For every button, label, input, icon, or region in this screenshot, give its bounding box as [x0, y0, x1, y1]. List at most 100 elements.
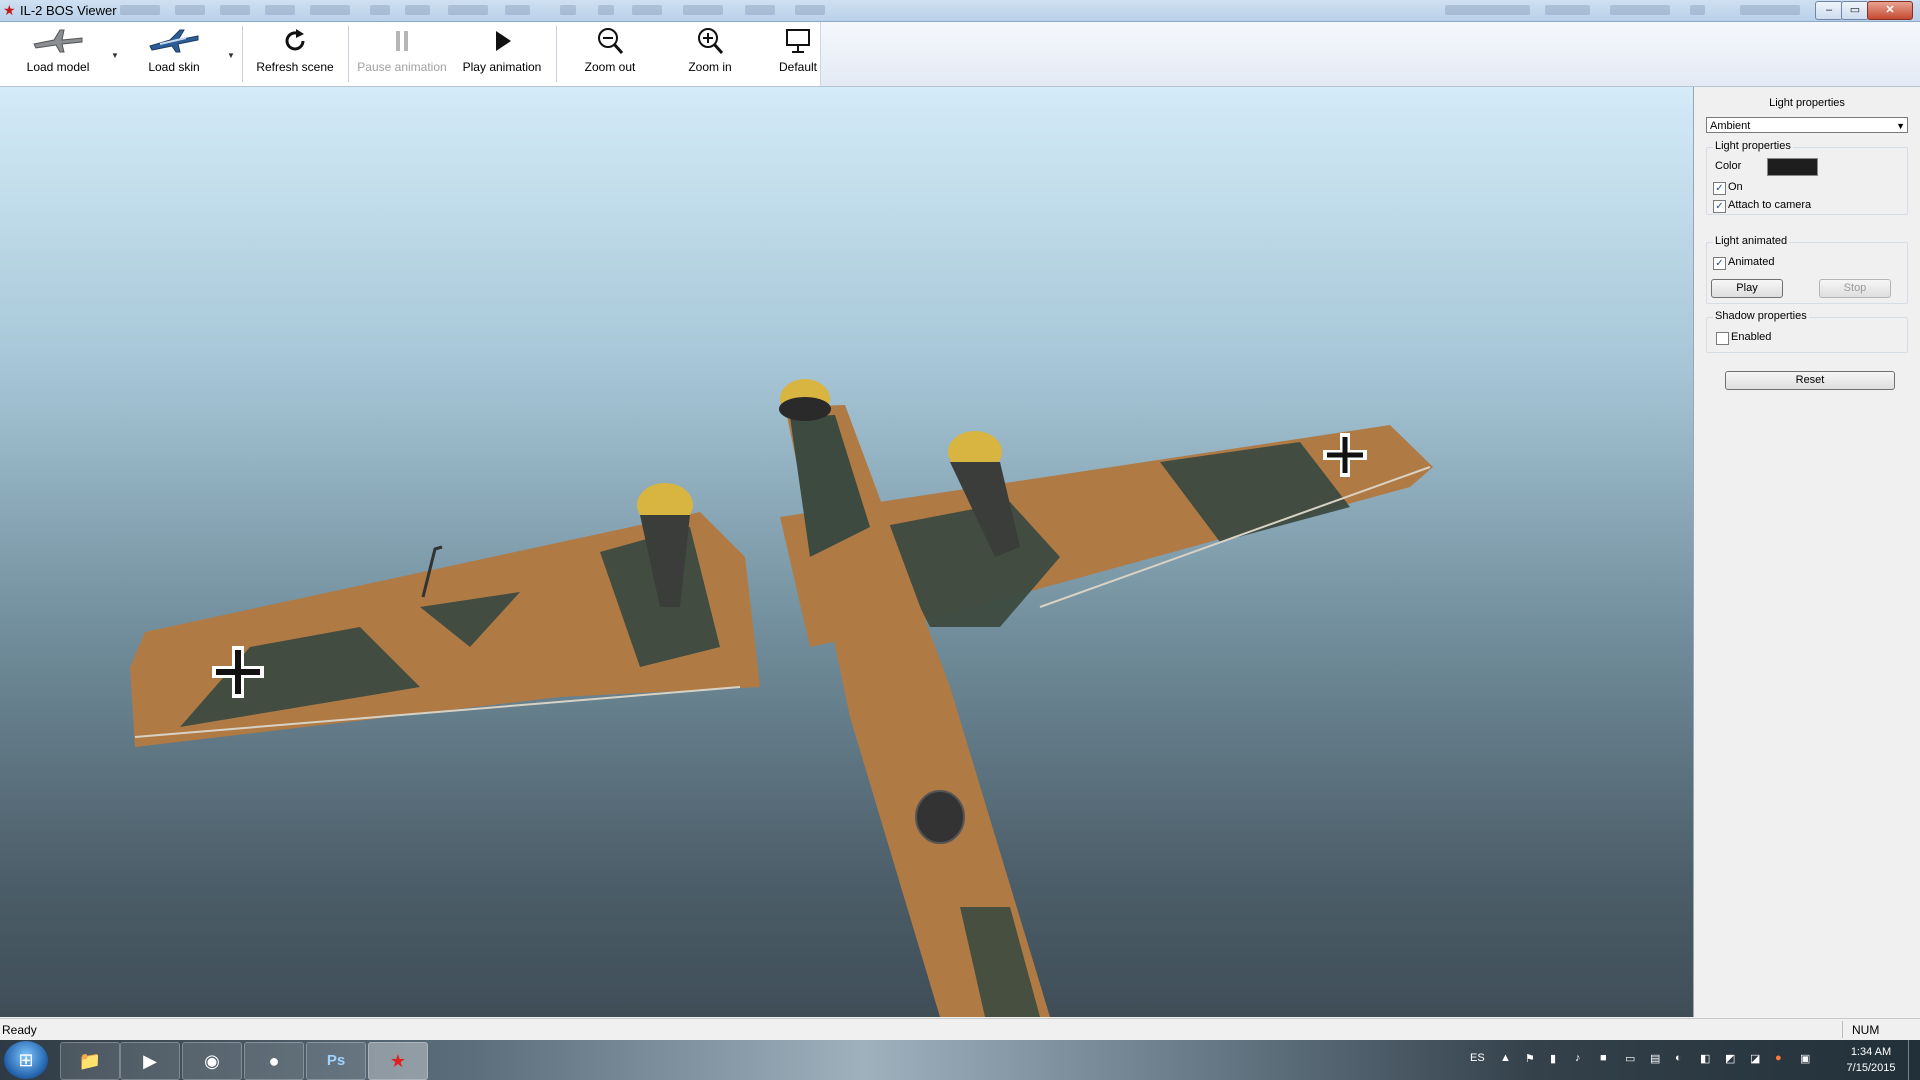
flag-icon[interactable]: ⚑	[1525, 1052, 1535, 1065]
on-checkbox[interactable]: ✓	[1713, 182, 1726, 195]
pause-animation-label: Pause animation	[357, 60, 447, 74]
close-button[interactable]: ✕	[1867, 1, 1913, 20]
shadow-enabled-checkbox[interactable]	[1716, 332, 1729, 345]
refresh-icon	[285, 29, 305, 51]
play-light-button[interactable]: Play	[1711, 279, 1783, 298]
chevron-down-icon: ▼	[1896, 121, 1905, 131]
zoom-out-button[interactable]: Zoom out	[570, 26, 650, 82]
start-button[interactable]: ⊞	[4, 1041, 48, 1079]
window-title: IL-2 BOS Viewer	[20, 3, 117, 18]
group-label: Light animated	[1713, 235, 1790, 247]
status-bar: Ready NUM	[0, 1018, 1920, 1040]
toolbar-separator	[556, 26, 557, 82]
reset-button[interactable]: Reset	[1725, 371, 1895, 390]
play-animation-button[interactable]: Play animation	[456, 26, 548, 82]
pause-animation-button[interactable]: Pause animation	[355, 26, 449, 82]
tray-app-icon[interactable]: ◧	[1700, 1052, 1710, 1065]
media-player-taskbar-icon[interactable]: ▶	[120, 1042, 180, 1080]
tray-arrow-icon[interactable]: ▲	[1500, 1052, 1511, 1064]
3d-viewport[interactable]	[0, 87, 1694, 1017]
keyboard-icon[interactable]: ▤	[1650, 1052, 1660, 1065]
monitor-icon	[786, 29, 810, 53]
refresh-scene-label: Refresh scene	[256, 60, 334, 74]
ghost-menu	[1740, 5, 1800, 15]
ghost-menu	[632, 5, 662, 15]
shadow-properties-group: Shadow properties Enabled	[1706, 310, 1908, 353]
animated-checkbox[interactable]: ✓	[1713, 257, 1726, 270]
skin-aircraft-icon	[149, 29, 199, 53]
ghost-menu	[1445, 5, 1530, 15]
refresh-scene-button[interactable]: Refresh scene	[250, 26, 340, 82]
origin-tray-icon[interactable]: ●	[1775, 1052, 1782, 1064]
ghost-menu	[448, 5, 488, 15]
minimize-button[interactable]: ‒	[1815, 1, 1843, 20]
status-text: Ready	[2, 1023, 37, 1037]
play-animation-label: Play animation	[462, 60, 542, 74]
panel-header: Light properties	[1769, 97, 1845, 109]
ghost-menu	[745, 5, 775, 15]
light-animated-group: Light animated ✓ Animated Play Stop	[1706, 235, 1908, 304]
title-bar: ★ IL-2 BOS Viewer ‒ ▭ ✕	[0, 0, 1920, 22]
group-label: Shadow properties	[1713, 310, 1809, 322]
color-label: Color	[1715, 160, 1742, 172]
maximize-button[interactable]: ▭	[1841, 1, 1869, 20]
color-swatch[interactable]	[1767, 158, 1818, 176]
toolbar: Load model ▼ Load skin ▼ Refresh scene P…	[0, 22, 1920, 87]
nvidia-icon[interactable]: ■	[1600, 1052, 1607, 1064]
properties-panel: Light properties Ambient ▼ Light propert…	[1694, 87, 1920, 1017]
security-icon[interactable]: ◪	[1750, 1052, 1760, 1065]
ghost-menu	[310, 5, 350, 15]
zoom-out-label: Zoom out	[584, 60, 636, 74]
app-star-icon: ★	[3, 2, 16, 18]
show-desktop-button[interactable]	[1908, 1040, 1920, 1080]
toolbar-separator	[348, 26, 349, 82]
tray-app-icon[interactable]: ◩	[1725, 1052, 1735, 1065]
status-separator	[1842, 1021, 1843, 1038]
zoom-in-label: Zoom in	[688, 60, 732, 74]
clock-date: 7/15/2015	[1846, 1062, 1896, 1074]
ghost-menu	[220, 5, 250, 15]
aircraft-model	[130, 379, 1433, 1017]
network-icon[interactable]: ▮	[1550, 1052, 1556, 1065]
ghost-menu	[505, 5, 530, 15]
explorer-taskbar-icon[interactable]: 📁	[60, 1042, 120, 1080]
load-model-button[interactable]: Load model	[18, 26, 98, 82]
load-model-dropdown-icon[interactable]: ▼	[109, 46, 121, 66]
default-view-button[interactable]: Default	[768, 26, 828, 82]
light-type-value: Ambient	[1710, 120, 1751, 132]
taskbar: ⊞ 📁 ▶ ◉ ● Ps ★ ES ▲ ⚑ ▮ ♪ ■ ▭ ▤ ◐ ◧ ◩ ◪ …	[0, 1040, 1920, 1080]
light-type-select[interactable]: Ambient ▼	[1706, 117, 1908, 133]
display-icon[interactable]: ▭	[1625, 1052, 1635, 1065]
animated-label: Animated	[1728, 256, 1775, 268]
ghost-menu	[405, 5, 430, 15]
zoom-out-icon	[598, 28, 624, 54]
load-skin-label: Load skin	[148, 60, 200, 74]
steam-icon[interactable]: ◐	[1675, 1052, 1682, 1064]
toolbar-separator	[242, 26, 243, 82]
ghost-menu	[1690, 5, 1705, 15]
ghost-menu	[795, 5, 825, 15]
pause-icon	[396, 31, 408, 51]
light-properties-group: Light properties Color ✓ On ✓ Attach to …	[1706, 140, 1908, 215]
language-indicator[interactable]: ES	[1470, 1052, 1485, 1064]
action-center-icon[interactable]: ▣	[1800, 1052, 1810, 1065]
play-icon	[496, 31, 511, 51]
stop-light-button[interactable]: Stop	[1819, 279, 1891, 298]
origin-taskbar-icon[interactable]: ●	[244, 1042, 304, 1080]
attach-camera-label: Attach to camera	[1728, 199, 1812, 211]
load-skin-button[interactable]: Load skin	[134, 26, 214, 82]
zoom-in-button[interactable]: Zoom in	[670, 26, 750, 82]
clock-time: 1:34 AM	[1850, 1046, 1892, 1058]
clock[interactable]: 1:34 AM 7/15/2015	[1836, 1044, 1906, 1076]
ghost-menu	[560, 5, 576, 15]
il2-viewer-taskbar-icon[interactable]: ★	[368, 1042, 428, 1080]
speaker-icon[interactable]: ♪	[1575, 1052, 1581, 1064]
ghost-menu	[1610, 5, 1670, 15]
chrome-taskbar-icon[interactable]: ◉	[182, 1042, 242, 1080]
ghost-menu	[1545, 5, 1590, 15]
attach-camera-checkbox[interactable]: ✓	[1713, 200, 1726, 213]
group-label: Light properties	[1713, 140, 1793, 152]
photoshop-taskbar-icon[interactable]: Ps	[306, 1042, 366, 1080]
zoom-in-icon	[698, 28, 724, 54]
load-skin-dropdown-icon[interactable]: ▼	[225, 46, 237, 66]
